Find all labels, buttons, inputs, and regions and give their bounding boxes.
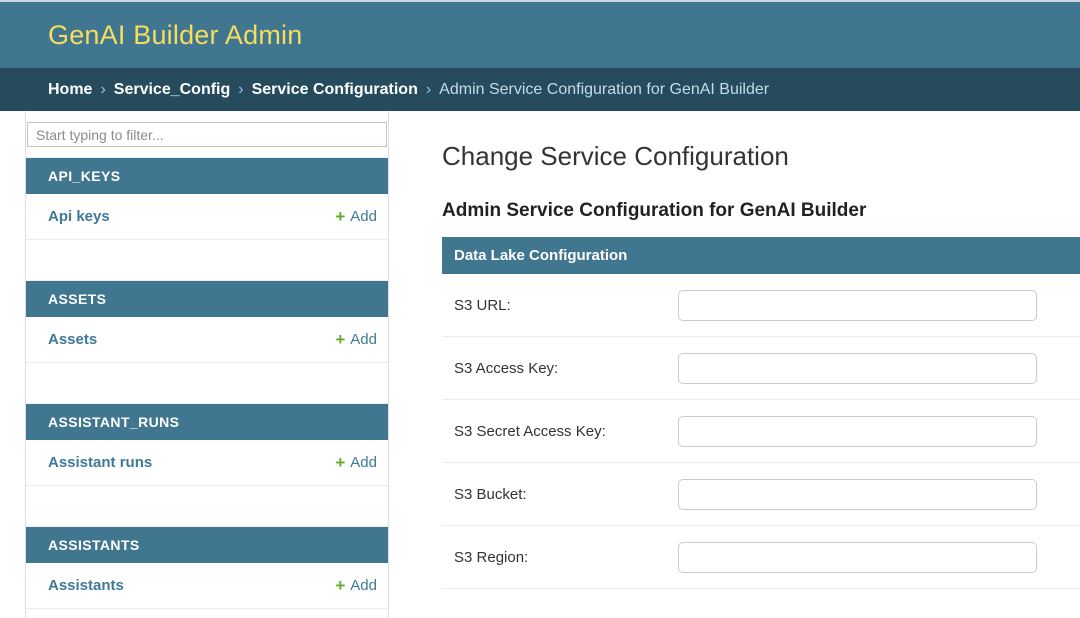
add-icon: + [335, 208, 345, 225]
breadcrumb: Home › Service_Config › Service Configur… [0, 68, 1080, 111]
sidebar-module-api-keys: API_KEYS Api keys + Add [26, 157, 388, 240]
main-content: Change Service Configuration Admin Servi… [389, 111, 1080, 618]
add-icon: + [335, 577, 345, 594]
breadcrumb-separator: › [426, 81, 431, 99]
s3-secret-access-key-field[interactable] [678, 416, 1037, 447]
add-icon: + [335, 454, 345, 471]
sidebar-row-assets: Assets + Add [26, 317, 388, 363]
sidebar-filter-input[interactable] [27, 122, 387, 147]
page-title: Change Service Configuration [442, 141, 1080, 172]
s3-bucket-field[interactable] [678, 479, 1037, 510]
add-icon: + [335, 331, 345, 348]
sidebar-module-assistant-runs: ASSISTANT_RUNS Assistant runs + Add [26, 403, 388, 486]
s3-access-key-label: S3 Access Key: [454, 360, 678, 377]
s3-region-field[interactable] [678, 542, 1037, 573]
form-row-s3-secret-access-key: S3 Secret Access Key: [442, 400, 1080, 463]
sidebar-section-title: ASSISTANT_RUNS [26, 404, 388, 440]
form-row-s3-region: S3 Region: [442, 526, 1080, 589]
add-assistant-run-button[interactable]: + Add [335, 452, 377, 473]
sidebar-module-assistants: ASSISTANTS Assistants + Add [26, 526, 388, 609]
nav-sidebar: API_KEYS Api keys + Add ASSETS Assets + … [25, 111, 389, 618]
sidebar-row-assistant-runs: Assistant runs + Add [26, 440, 388, 486]
add-label: Add [350, 329, 377, 350]
add-label: Add [350, 452, 377, 473]
sidebar-row-assistants: Assistants + Add [26, 563, 388, 609]
breadcrumb-separator: › [100, 81, 105, 99]
form-title: Admin Service Configuration for GenAI Bu… [442, 199, 1080, 223]
fieldset-title-data-lake-configuration: Data Lake Configuration [442, 237, 1080, 274]
s3-secret-access-key-label: S3 Secret Access Key: [454, 423, 678, 440]
sidebar-item-assistant-runs[interactable]: Assistant runs [48, 452, 152, 473]
breadcrumb-separator: › [238, 81, 243, 99]
sidebar-module-assets: ASSETS Assets + Add [26, 280, 388, 363]
sidebar-item-assistants[interactable]: Assistants [48, 575, 124, 596]
sidebar-item-api-keys[interactable]: Api keys [48, 206, 110, 227]
s3-bucket-label: S3 Bucket: [454, 486, 678, 503]
sidebar-section-title: ASSISTANTS [26, 527, 388, 563]
s3-url-field[interactable] [678, 290, 1037, 321]
app-header: GenAI Builder Admin [0, 2, 1080, 68]
add-assistant-button[interactable]: + Add [335, 575, 377, 596]
sidebar-section-title: ASSETS [26, 281, 388, 317]
s3-access-key-field[interactable] [678, 353, 1037, 384]
add-asset-button[interactable]: + Add [335, 329, 377, 350]
add-api-key-button[interactable]: + Add [335, 206, 377, 227]
add-label: Add [350, 575, 377, 596]
breadcrumb-home-link[interactable]: Home [48, 81, 92, 99]
sidebar-section-title: API_KEYS [26, 158, 388, 194]
sidebar-item-assets[interactable]: Assets [48, 329, 97, 350]
content-area: API_KEYS Api keys + Add ASSETS Assets + … [0, 111, 1080, 618]
breadcrumb-current: Admin Service Configuration for GenAI Bu… [439, 81, 769, 99]
breadcrumb-model-link[interactable]: Service Configuration [252, 81, 418, 99]
form-row-s3-url: S3 URL: [442, 274, 1080, 337]
sidebar-row-api-keys: Api keys + Add [26, 194, 388, 240]
s3-region-label: S3 Region: [454, 549, 678, 566]
add-label: Add [350, 206, 377, 227]
site-title-link[interactable]: GenAI Builder Admin [48, 20, 302, 51]
form-row-s3-bucket: S3 Bucket: [442, 463, 1080, 526]
breadcrumb-app-link[interactable]: Service_Config [114, 81, 230, 99]
form-row-s3-access-key: S3 Access Key: [442, 337, 1080, 400]
s3-url-label: S3 URL: [454, 297, 678, 314]
